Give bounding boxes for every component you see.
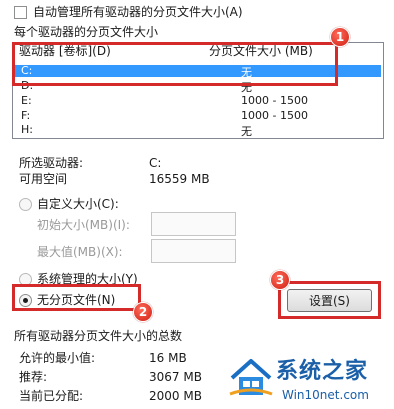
- step-badge-3: 3: [270, 270, 290, 290]
- step-badge-1: 1: [330, 27, 350, 47]
- drive-letter: H:: [21, 123, 33, 136]
- selected-drive-value: C:: [149, 156, 162, 170]
- step-badge-2: 2: [133, 302, 153, 322]
- watermark-brand: 系统之家: [276, 359, 369, 384]
- drive-size: 1000 - 1500: [241, 94, 308, 107]
- selected-drive-label: 所选驱动器:: [19, 156, 84, 170]
- drive-row[interactable]: E: 1000 - 1500: [15, 94, 381, 107]
- drive-letter: E:: [21, 94, 32, 107]
- allocated-label: 当前已分配:: [19, 389, 84, 403]
- auto-manage-checkbox[interactable]: [14, 6, 27, 19]
- recommended-label: 推荐:: [19, 370, 48, 384]
- watermark-url: Win10net.com: [282, 388, 369, 402]
- drive-row[interactable]: H: 无: [15, 123, 381, 138]
- drive-size: 1000 - 1500: [241, 109, 308, 122]
- allocated-value: 2000 MB: [149, 389, 202, 403]
- house-logo-icon: [229, 359, 273, 396]
- per-drive-group-label: 每个驱动器的分页文件大小: [14, 25, 159, 39]
- highlight-box-1: [12, 42, 338, 86]
- watermark: 系统之家 Win10net.com: [226, 352, 392, 408]
- totals-group-label: 所有驱动器分页文件大小的总数: [14, 329, 183, 343]
- max-size-input[interactable]: [151, 239, 236, 263]
- initial-size-label: 初始大小(MB)(I):: [37, 218, 130, 232]
- highlight-box-3: [278, 281, 381, 319]
- free-space-label: 可用空间: [19, 172, 68, 186]
- drive-letter: F:: [21, 109, 31, 122]
- custom-size-radio[interactable]: [19, 198, 32, 211]
- auto-manage-label: 自动管理所有驱动器的分页文件大小(A): [33, 5, 243, 19]
- custom-size-label: 自定义大小(C):: [37, 197, 119, 211]
- recommended-value: 3067 MB: [149, 370, 202, 384]
- min-allowed-value: 16 MB: [149, 351, 187, 365]
- highlight-box-2: [12, 284, 141, 311]
- max-size-label: 最大值(MB)(X):: [37, 245, 123, 259]
- initial-size-input[interactable]: [151, 212, 236, 236]
- drive-size: 无: [241, 125, 252, 138]
- free-space-value: 16559 MB: [149, 172, 210, 186]
- min-allowed-label: 允许的最小值:: [19, 351, 96, 365]
- drive-row[interactable]: F: 1000 - 1500: [15, 109, 381, 122]
